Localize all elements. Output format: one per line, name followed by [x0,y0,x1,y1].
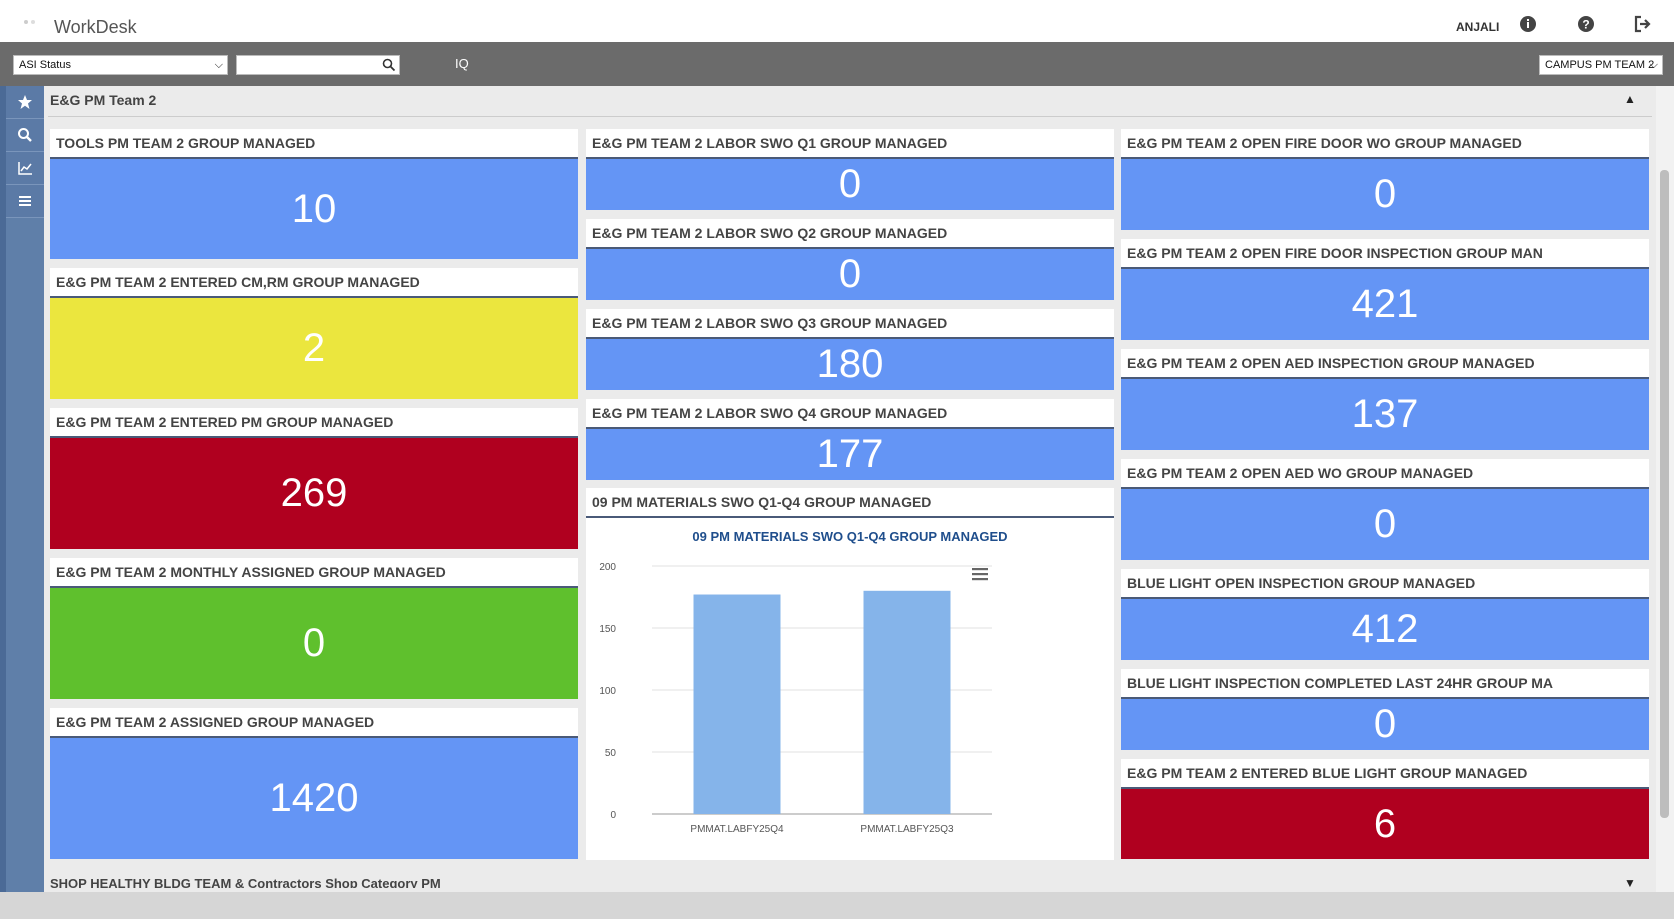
tile-assigned[interactable]: E&G PM TEAM 2 ASSIGNED GROUP MANAGED 142… [50,708,578,859]
sidebar-item-favorites[interactable] [6,86,44,119]
tile-title: BLUE LIGHT OPEN INSPECTION GROUP MANAGED [1127,575,1476,591]
chart-x-tick-label: PMMAT.LABFY25Q3 [860,824,954,835]
tile-labor-swo-q3[interactable]: E&G PM TEAM 2 LABOR SWO Q3 GROUP MANAGED… [586,309,1114,390]
status-select[interactable]: ASI Status ⌵ [13,55,228,75]
chart-card-materials[interactable]: 09 PM MATERIALS SWO Q1-Q4 GROUP MANAGED … [586,488,1114,860]
tile-title: E&G PM TEAM 2 OPEN FIRE DOOR WO GROUP MA… [1127,135,1522,151]
tile-value: 0 [586,157,1114,210]
iq-label[interactable]: IQ [455,56,469,71]
chevron-down-icon: ⌵ [214,59,223,71]
tile-title: E&G PM TEAM 2 OPEN AED INSPECTION GROUP … [1127,355,1535,371]
tile-title: BLUE LIGHT INSPECTION COMPLETED LAST 24H… [1127,675,1553,691]
tile-value: 0 [1121,697,1649,750]
zoom-icon [18,128,32,142]
tile-entered-blue-light[interactable]: E&G PM TEAM 2 ENTERED BLUE LIGHT GROUP M… [1121,759,1649,859]
chevron-down-icon: ⌵ [1649,59,1658,71]
chart-bars [693,590,951,814]
team-select-value: CAMPUS PM TEAM 2 [1545,59,1655,71]
chart-menu-icon[interactable] [972,568,988,581]
chart-y-tick-label: 200 [599,562,616,573]
tile-value: 0 [586,247,1114,300]
scrollbar-thumb[interactable] [1660,170,1669,818]
tile-labor-swo-q4[interactable]: E&G PM TEAM 2 LABOR SWO Q4 GROUP MANAGED… [586,399,1114,480]
app-title: WorkDesk [54,17,137,37]
svg-text:?: ? [1582,18,1589,32]
tile-title: E&G PM TEAM 2 ENTERED PM GROUP MANAGED [56,414,394,430]
chart-title: 09 PM MATERIALS SWO Q1-Q4 GROUP MANAGED [692,529,1007,544]
tile-open-fire-door-wo[interactable]: E&G PM TEAM 2 OPEN FIRE DOOR WO GROUP MA… [1121,129,1649,230]
tile-labor-swo-q1[interactable]: E&G PM TEAM 2 LABOR SWO Q1 GROUP MANAGED… [586,129,1114,210]
chart-x-tick-label: PMMAT.LABFY25Q4 [690,824,784,835]
section-divider [48,116,1652,117]
chart-bar[interactable] [863,590,951,814]
tile-value: 2 [50,296,578,399]
materials-bar-chart: 09 PM MATERIALS SWO Q1-Q4 GROUP MANAGED … [599,529,1007,835]
tile-value: 137 [1121,377,1649,450]
tile-title: E&G PM TEAM 2 OPEN FIRE DOOR INSPECTION … [1127,245,1543,261]
tile-title: E&G PM TEAM 2 ENTERED CM,RM GROUP MANAGE… [56,274,420,290]
tile-value: 1420 [50,736,578,859]
expand-down-icon[interactable]: ▼ [1624,876,1636,890]
chart-y-tick-label: 0 [610,810,616,821]
chart-y-tick-label: 150 [599,624,616,635]
tile-value: 0 [1121,157,1649,230]
section-title[interactable]: E&G PM Team 2 [50,92,156,108]
tile-title: E&G PM TEAM 2 OPEN AED WO GROUP MANAGED [1127,465,1474,481]
tile-title: E&G PM TEAM 2 LABOR SWO Q4 GROUP MANAGED [592,405,948,421]
user-name[interactable]: ANJALI [1456,20,1499,34]
chart-x-axis: PMMAT.LABFY25Q4 PMMAT.LABFY25Q3 [690,824,954,835]
tile-value: 0 [1121,487,1649,560]
top-bar: WorkDesk ANJALI ? [0,0,1674,42]
tile-entered-cm-rm[interactable]: E&G PM TEAM 2 ENTERED CM,RM GROUP MANAGE… [50,268,578,399]
chart-y-tick-label: 100 [599,686,616,697]
tile-value: 180 [586,337,1114,390]
tile-title: E&G PM TEAM 2 LABOR SWO Q1 GROUP MANAGED [592,135,948,151]
sidebar-item-charts[interactable] [6,152,44,185]
search-input[interactable] [236,55,400,75]
team-select[interactable]: CAMPUS PM TEAM 2 ⌵ [1539,55,1663,75]
tile-title: E&G PM TEAM 2 LABOR SWO Q3 GROUP MANAGED [592,315,948,331]
tile-title: TOOLS PM TEAM 2 GROUP MANAGED [56,135,316,151]
status-select-value: ASI Status [19,59,71,71]
tile-blue-light-open-inspection[interactable]: BLUE LIGHT OPEN INSPECTION GROUP MANAGED… [1121,569,1649,660]
info-icon[interactable] [1518,14,1538,34]
chart-y-axis: 0 50 100 150 200 [599,562,616,821]
chart-bar[interactable] [693,594,781,814]
tile-blue-light-completed-24hr[interactable]: BLUE LIGHT INSPECTION COMPLETED LAST 24H… [1121,669,1649,750]
tile-value: 6 [1121,787,1649,859]
tile-value: 0 [50,586,578,699]
collapse-up-icon[interactable]: ▲ [1624,92,1636,106]
sidebar-item-menu[interactable] [6,185,44,218]
line-chart-icon [18,162,32,175]
next-section-title[interactable]: SHOP HEALTHY BLDG TEAM & Contractors Sho… [50,876,441,888]
tile-title: E&G PM TEAM 2 ENTERED BLUE LIGHT GROUP M… [1127,765,1528,781]
tile-value: 177 [586,427,1114,480]
tile-labor-swo-q2[interactable]: E&G PM TEAM 2 LABOR SWO Q2 GROUP MANAGED… [586,219,1114,300]
tile-value: 10 [50,157,578,259]
sidebar-item-search[interactable] [6,119,44,152]
tile-monthly-assigned[interactable]: E&G PM TEAM 2 MONTHLY ASSIGNED GROUP MAN… [50,558,578,699]
tile-open-aed-wo[interactable]: E&G PM TEAM 2 OPEN AED WO GROUP MANAGED … [1121,459,1649,560]
tile-tools-pm[interactable]: TOOLS PM TEAM 2 GROUP MANAGED 10 [50,129,578,259]
star-icon [18,95,32,109]
tile-title: E&G PM TEAM 2 MONTHLY ASSIGNED GROUP MAN… [56,564,446,580]
tile-value: 421 [1121,267,1649,340]
tile-open-aed-inspection[interactable]: E&G PM TEAM 2 OPEN AED INSPECTION GROUP … [1121,349,1649,450]
tile-value: 412 [1121,597,1649,660]
chart-y-tick-label: 50 [605,748,617,759]
bottom-bar [0,892,1674,919]
tile-value: 269 [50,436,578,549]
app-logo-icon [24,20,35,24]
help-icon[interactable]: ? [1576,14,1596,34]
chart-card-title: 09 PM MATERIALS SWO Q1-Q4 GROUP MANAGED [592,494,932,510]
tile-title: E&G PM TEAM 2 ASSIGNED GROUP MANAGED [56,714,375,730]
tile-entered-pm[interactable]: E&G PM TEAM 2 ENTERED PM GROUP MANAGED 2… [50,408,578,549]
logout-icon[interactable] [1633,14,1653,34]
menu-icon [19,196,31,206]
tile-title: E&G PM TEAM 2 LABOR SWO Q2 GROUP MANAGED [592,225,948,241]
tile-open-fire-door-inspection[interactable]: E&G PM TEAM 2 OPEN FIRE DOOR INSPECTION … [1121,239,1649,340]
search-icon[interactable] [382,58,396,72]
